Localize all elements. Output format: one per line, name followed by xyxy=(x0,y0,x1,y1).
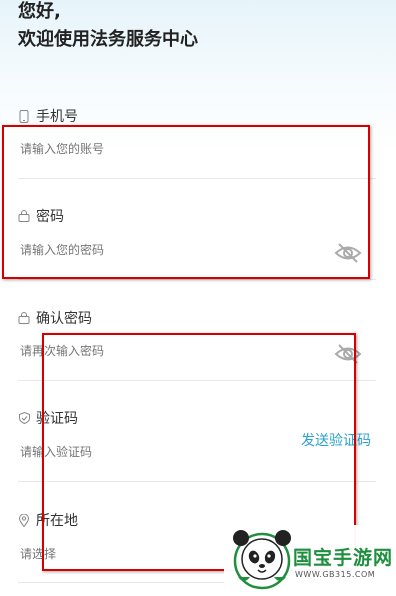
phone-field: 手机号 xyxy=(18,106,376,156)
shield-icon xyxy=(18,411,30,425)
watermark-logo: 国宝手游网 WWW.GB315.COM xyxy=(224,525,396,596)
greeting-hello: 您好, xyxy=(18,1,61,22)
confirm-password-label: 确认密码 xyxy=(36,311,92,327)
phone-label: 手机号 xyxy=(36,109,78,125)
lock-icon xyxy=(18,311,30,325)
watermark-title: 国宝手游网 xyxy=(293,547,394,569)
greeting-welcome: 欢迎使用法务服务中心 xyxy=(18,29,198,50)
panda-logo-icon xyxy=(232,527,292,591)
greeting: 您好, 欢迎使用法务服务中心 xyxy=(18,0,198,52)
divider xyxy=(18,279,376,280)
confirm-password-field: 确认密码 xyxy=(18,308,376,358)
watermark-url: WWW.GB315.COM xyxy=(295,570,376,579)
annotation-box xyxy=(2,125,370,279)
location-pin-icon xyxy=(18,513,30,527)
phone-icon xyxy=(18,109,30,123)
